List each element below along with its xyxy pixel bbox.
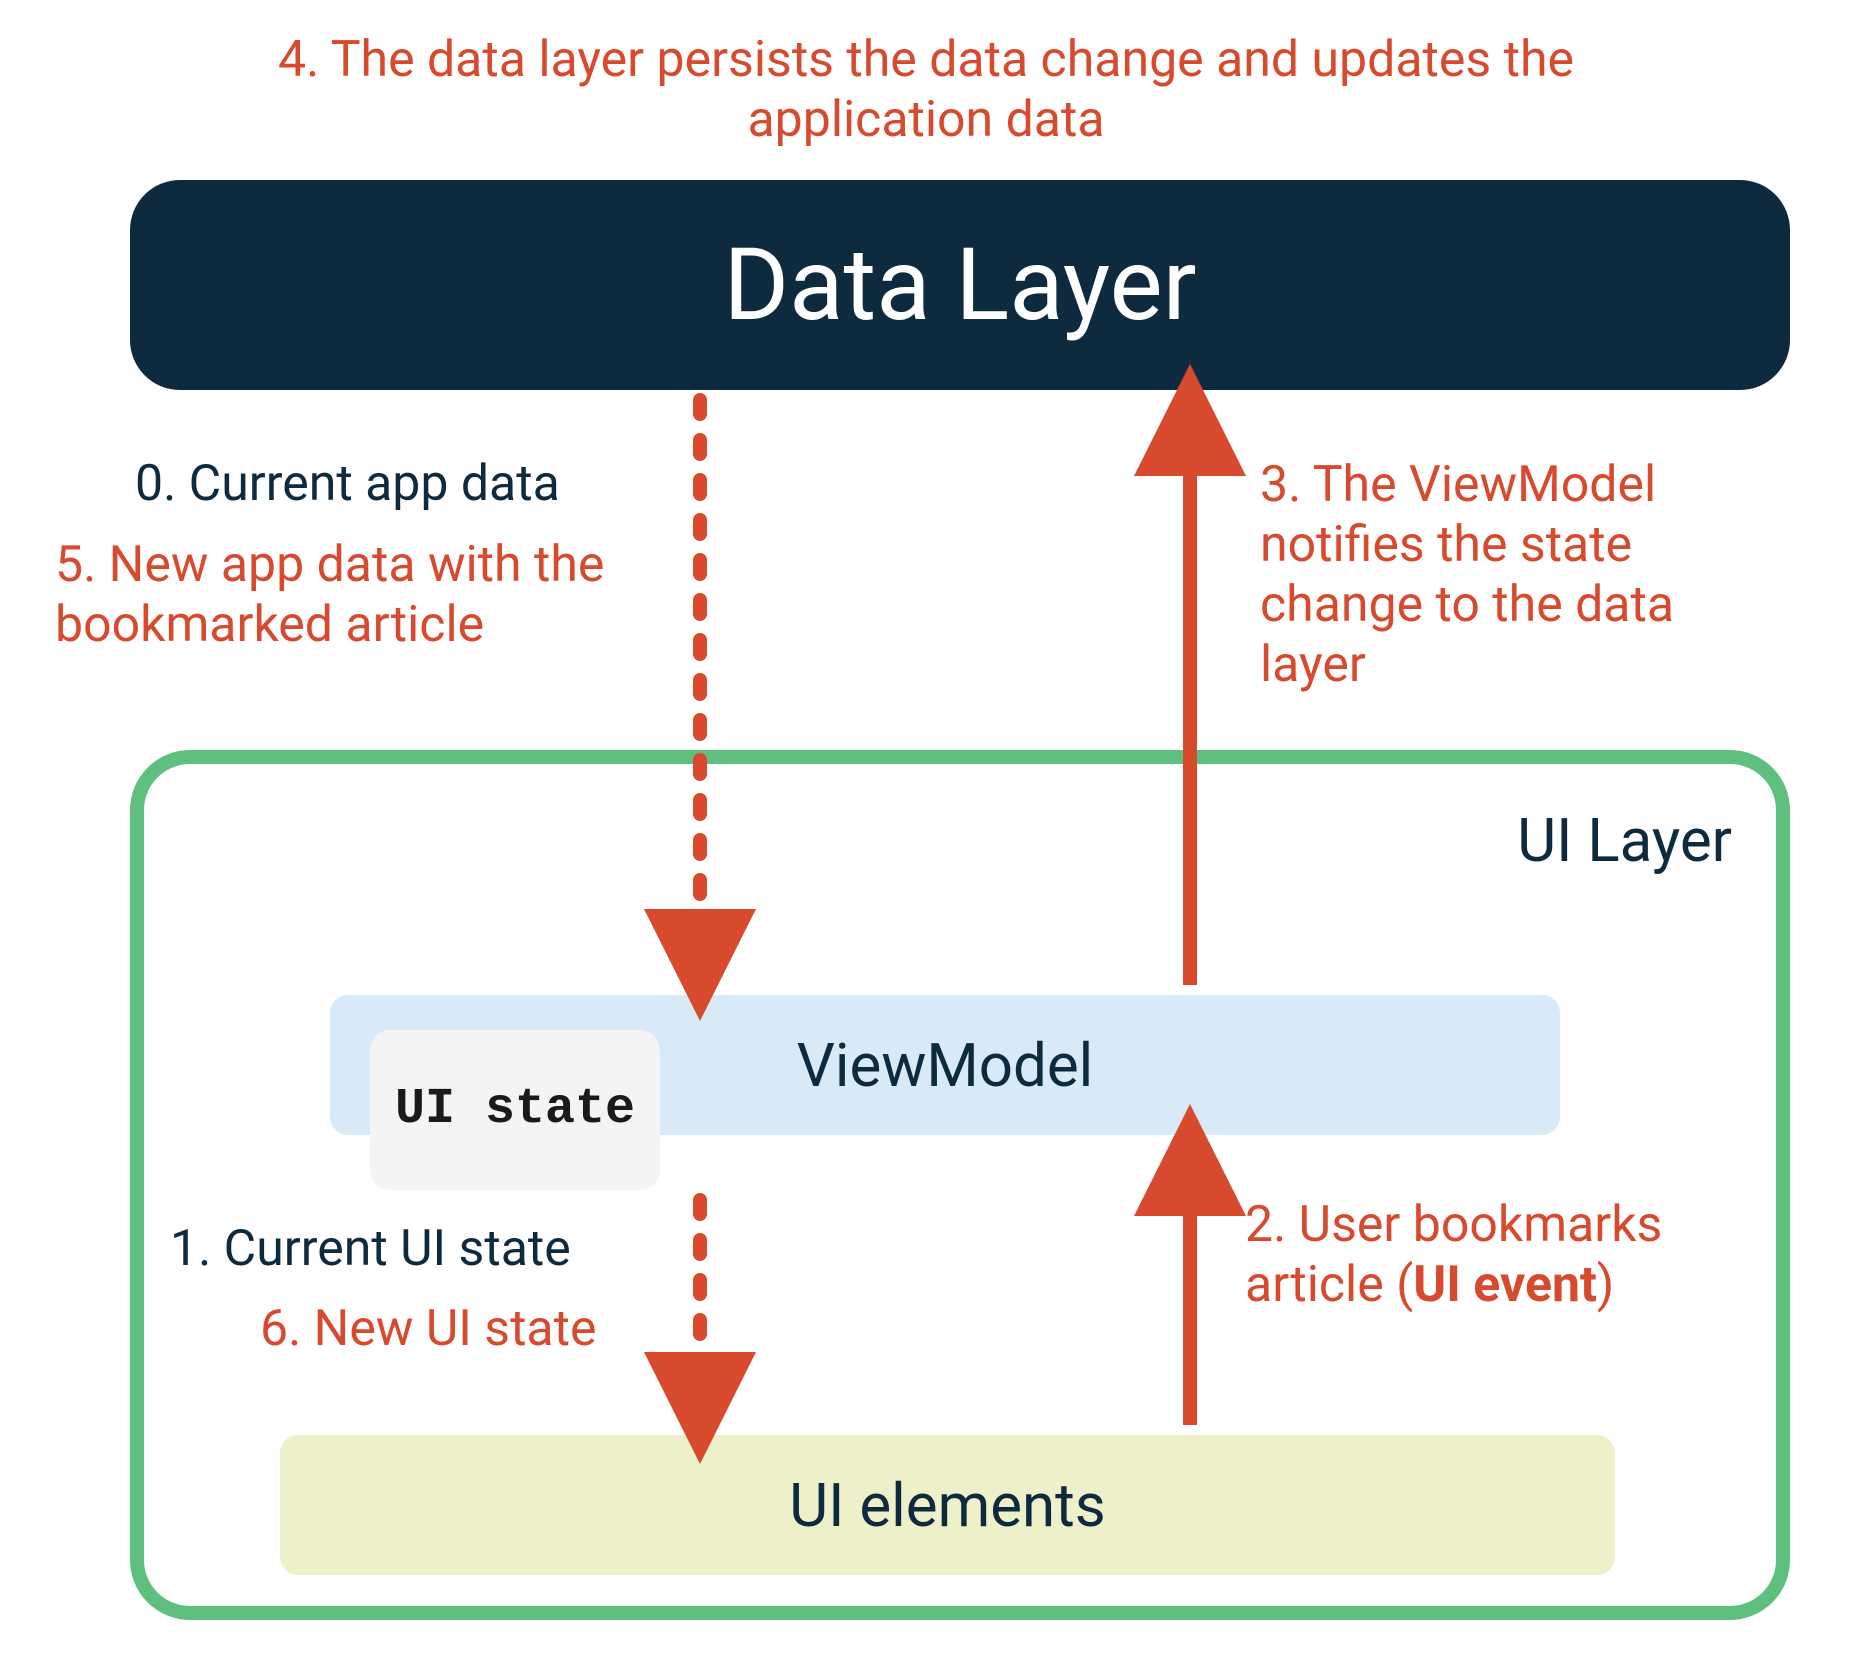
- annotation-step-1: 1. Current UI state: [170, 1220, 571, 1278]
- annotation-step-2-suffix: ): [1597, 1256, 1614, 1314]
- annotation-step-5: 5. New app data with the bookmarked arti…: [55, 535, 695, 655]
- annotation-step-3: 3. The ViewModel notifies the state chan…: [1260, 455, 1780, 695]
- annotation-step-4: 4. The data layer persists the data chan…: [226, 30, 1626, 150]
- data-layer-label: Data Layer: [723, 227, 1196, 344]
- ui-state-label: UI state: [395, 1081, 635, 1139]
- ui-state-box: UI state: [370, 1030, 660, 1190]
- annotation-step-6: 6. New UI state: [260, 1300, 597, 1358]
- viewmodel-label: ViewModel: [797, 1030, 1094, 1101]
- diagram-canvas: 4. The data layer persists the data chan…: [0, 0, 1852, 1656]
- annotation-step-2: 2. User bookmarks article (UI event): [1245, 1195, 1665, 1315]
- ui-elements-box: UI elements: [280, 1435, 1615, 1575]
- annotation-step-2-bold: UI event: [1413, 1256, 1597, 1314]
- data-layer-box: Data Layer: [130, 180, 1790, 390]
- ui-elements-label: UI elements: [789, 1470, 1106, 1541]
- annotation-step-0: 0. Current app data: [135, 455, 560, 513]
- ui-layer-label: UI Layer: [1517, 805, 1732, 876]
